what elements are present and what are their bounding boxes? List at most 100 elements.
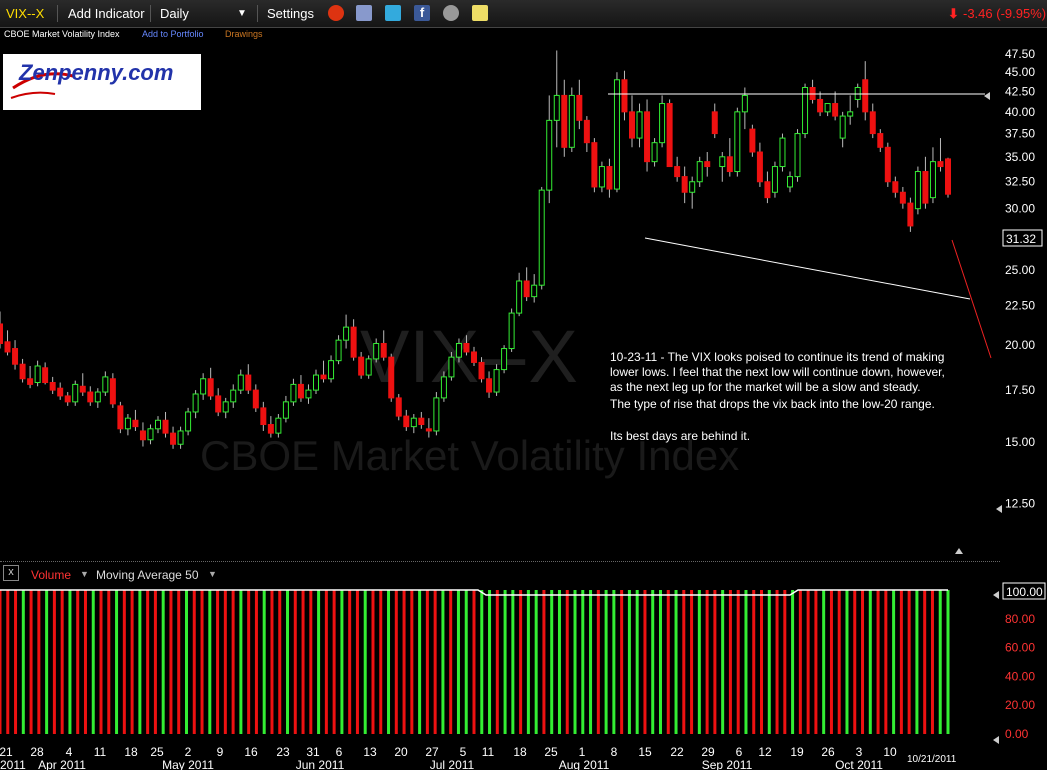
candle[interactable] bbox=[704, 152, 711, 177]
candle[interactable] bbox=[847, 95, 854, 125]
drawings-link[interactable]: Drawings bbox=[225, 29, 263, 39]
scroll-up-icon[interactable] bbox=[955, 548, 963, 554]
candle[interactable] bbox=[320, 360, 327, 383]
candle[interactable] bbox=[929, 147, 936, 204]
candle[interactable] bbox=[914, 166, 921, 215]
candle[interactable] bbox=[403, 409, 410, 431]
candle[interactable] bbox=[945, 157, 951, 198]
marker-arrow-icon[interactable] bbox=[993, 736, 999, 744]
candle[interactable] bbox=[410, 414, 417, 434]
candle[interactable] bbox=[508, 308, 515, 352]
candle[interactable] bbox=[57, 382, 64, 400]
candle[interactable] bbox=[832, 91, 839, 121]
share-icon[interactable] bbox=[443, 5, 459, 21]
candle[interactable] bbox=[124, 414, 131, 436]
candle[interactable] bbox=[726, 138, 733, 177]
candle[interactable] bbox=[809, 79, 816, 104]
candle[interactable] bbox=[313, 369, 319, 394]
twitter-icon[interactable] bbox=[385, 5, 401, 21]
candle[interactable] bbox=[87, 386, 94, 406]
candle[interactable] bbox=[365, 355, 372, 379]
candle[interactable] bbox=[802, 83, 809, 139]
candle[interactable] bbox=[546, 95, 553, 204]
candle[interactable] bbox=[260, 401, 267, 431]
candle[interactable] bbox=[343, 314, 350, 349]
candle[interactable] bbox=[561, 79, 568, 157]
candle[interactable] bbox=[696, 156, 703, 187]
candle[interactable] bbox=[629, 95, 635, 148]
candle[interactable] bbox=[824, 103, 831, 117]
candle[interactable] bbox=[666, 99, 673, 168]
candle[interactable] bbox=[689, 176, 696, 209]
candle[interactable] bbox=[523, 267, 530, 302]
candle[interactable] bbox=[177, 426, 184, 449]
candle[interactable] bbox=[49, 376, 56, 394]
candle[interactable] bbox=[756, 142, 763, 187]
candle[interactable] bbox=[72, 380, 79, 406]
candle[interactable] bbox=[568, 87, 575, 153]
candle[interactable] bbox=[102, 371, 109, 396]
alarm-clock-icon[interactable] bbox=[328, 5, 344, 21]
candle[interactable] bbox=[937, 138, 944, 172]
candle[interactable] bbox=[215, 388, 222, 417]
notes-icon[interactable] bbox=[356, 5, 372, 21]
candle[interactable] bbox=[162, 411, 169, 438]
candle[interactable] bbox=[139, 422, 146, 447]
candle[interactable] bbox=[892, 176, 899, 198]
candle[interactable] bbox=[899, 186, 906, 209]
candle[interactable] bbox=[651, 138, 658, 167]
candle[interactable] bbox=[613, 72, 620, 193]
marker-arrow-icon[interactable] bbox=[993, 591, 999, 599]
candle[interactable] bbox=[591, 138, 598, 193]
candle[interactable] bbox=[27, 365, 34, 389]
candle[interactable] bbox=[907, 197, 914, 232]
candle[interactable] bbox=[19, 358, 26, 383]
price-chart[interactable]: VIX--X CBOE Market Volatility Index 10-2… bbox=[0, 42, 1047, 560]
projection-trendline[interactable] bbox=[951, 239, 992, 359]
candle[interactable] bbox=[922, 156, 929, 209]
candle[interactable] bbox=[749, 124, 756, 157]
candle[interactable] bbox=[350, 319, 357, 361]
candle[interactable] bbox=[335, 335, 342, 365]
candle[interactable] bbox=[207, 367, 214, 400]
candle[interactable] bbox=[839, 111, 846, 148]
marker-arrow-icon[interactable] bbox=[996, 505, 1002, 513]
candle[interactable] bbox=[659, 95, 666, 148]
candle[interactable] bbox=[734, 107, 741, 177]
candle[interactable] bbox=[282, 395, 289, 423]
candle[interactable] bbox=[538, 186, 545, 290]
candle[interactable] bbox=[222, 397, 229, 419]
candle[interactable] bbox=[245, 364, 252, 394]
settings-button[interactable]: Settings bbox=[267, 6, 314, 21]
interval-select[interactable]: Daily bbox=[160, 6, 189, 21]
sticky-note-icon[interactable] bbox=[472, 5, 488, 21]
candle[interactable] bbox=[884, 142, 891, 187]
candle[interactable] bbox=[305, 384, 312, 404]
candle[interactable] bbox=[252, 384, 259, 412]
candle[interactable] bbox=[817, 91, 824, 117]
candle[interactable] bbox=[576, 79, 583, 130]
candle[interactable] bbox=[117, 401, 124, 434]
candle[interactable] bbox=[109, 373, 116, 408]
candle[interactable] bbox=[200, 373, 207, 400]
candle[interactable] bbox=[869, 103, 876, 139]
candle[interactable] bbox=[328, 355, 335, 383]
candle[interactable] bbox=[185, 407, 192, 436]
candle[interactable] bbox=[237, 369, 244, 394]
candle[interactable] bbox=[644, 99, 651, 172]
candle[interactable] bbox=[877, 129, 884, 153]
add-to-portfolio-link[interactable]: Add to Portfolio bbox=[142, 29, 204, 39]
candle[interactable] bbox=[290, 378, 297, 406]
marker-arrow-icon[interactable] bbox=[984, 92, 990, 100]
candle[interactable] bbox=[711, 103, 718, 139]
candle[interactable] bbox=[681, 166, 688, 204]
candle[interactable] bbox=[147, 424, 154, 445]
candle[interactable] bbox=[42, 362, 49, 385]
candle[interactable] bbox=[598, 161, 605, 193]
candle[interactable] bbox=[621, 70, 628, 121]
candle[interactable] bbox=[94, 388, 101, 408]
candle[interactable] bbox=[155, 416, 161, 434]
candle[interactable] bbox=[388, 353, 395, 402]
candle[interactable] bbox=[418, 411, 425, 429]
candle[interactable] bbox=[674, 156, 681, 182]
